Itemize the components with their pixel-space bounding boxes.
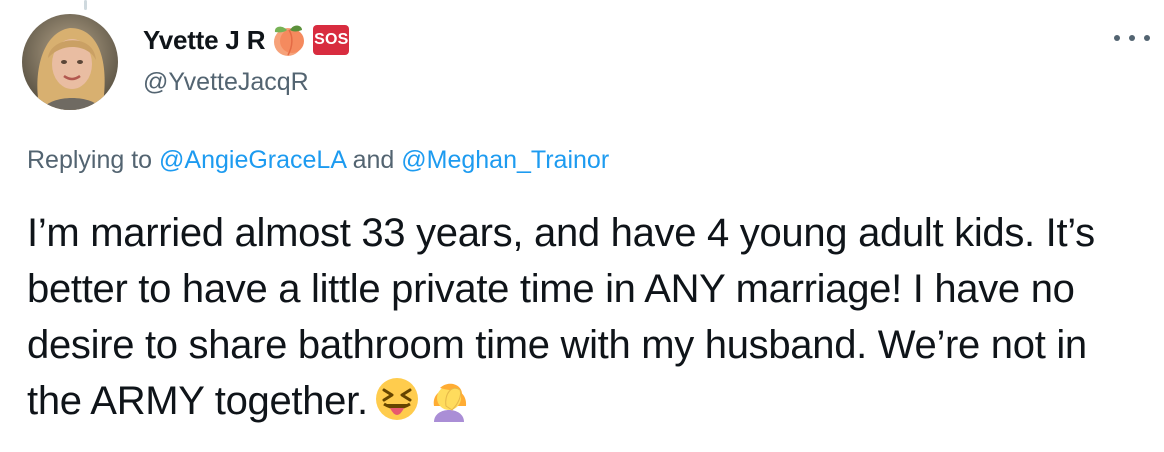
author-name-row: Yvette J R SOS <box>143 22 350 58</box>
display-name[interactable]: Yvette J R <box>143 25 265 56</box>
thread-connector-line <box>84 0 87 10</box>
tweet-text: I’m married almost 33 years, and have 4 … <box>27 211 1095 423</box>
avatar[interactable] <box>22 14 118 110</box>
replying-to-joiner: and <box>352 146 395 174</box>
woman-facepalming-icon <box>426 376 472 422</box>
more-options-icon[interactable] <box>1114 30 1150 46</box>
sos-badge: SOS <box>313 25 350 55</box>
peach-emoji-icon <box>271 22 307 58</box>
squinting-tongue-face-icon <box>374 376 420 422</box>
mention-link-meghan-trainor[interactable]: @Meghan_Trainor <box>401 146 609 174</box>
replying-to-label: Replying to <box>27 146 153 174</box>
replying-to-line: Replying to @AngieGraceLA and @Meghan_Tr… <box>27 146 609 175</box>
mention-link-angiegracela[interactable]: @AngieGraceLA <box>159 146 346 174</box>
user-handle[interactable]: @YvetteJacqR <box>143 68 309 97</box>
tweet-body: I’m married almost 33 years, and have 4 … <box>27 205 1152 429</box>
